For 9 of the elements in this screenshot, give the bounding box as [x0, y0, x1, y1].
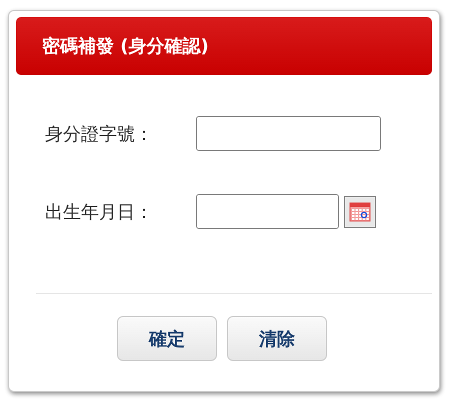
confirm-button[interactable]: 確定 [117, 316, 217, 361]
calendar-button[interactable] [344, 196, 376, 228]
dialog-title: 密碼補發 (身分確認) [42, 35, 209, 58]
input-field[interactable] [196, 116, 381, 151]
field-label: 出生年月日： [45, 200, 154, 224]
field-label: 身分證字號： [45, 122, 154, 146]
date-field[interactable] [196, 194, 339, 229]
clear-button[interactable]: 清除 [227, 316, 327, 361]
calendar-icon [349, 200, 371, 222]
